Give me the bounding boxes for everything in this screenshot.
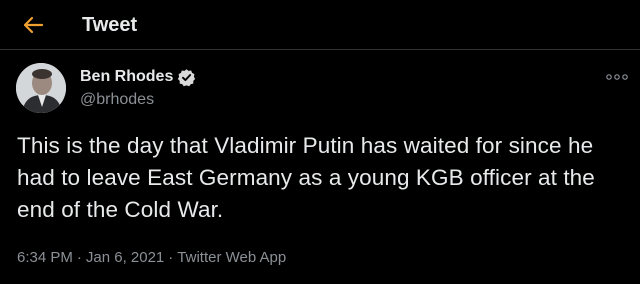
author-name-row: Ben Rhodes	[80, 66, 196, 88]
top-bar: Tweet	[0, 0, 640, 50]
author-block: Ben Rhodes @brhodes	[80, 66, 196, 111]
tweet-time[interactable]: 6:34 PM	[17, 249, 73, 266]
page-title: Tweet	[82, 14, 138, 36]
back-button[interactable]	[20, 13, 46, 37]
author-handle[interactable]: @brhodes	[80, 89, 196, 111]
author-name[interactable]: Ben Rhodes	[80, 66, 173, 88]
avatar[interactable]	[16, 63, 66, 113]
more-options-button[interactable]	[604, 70, 630, 84]
tweet-meta: 6:34 PM · Jan 6, 2021 · Twitter Web App	[17, 248, 286, 268]
tweet-text: This is the day that Vladimir Putin has …	[17, 133, 595, 222]
meta-separator: ·	[76, 249, 82, 266]
profile-photo	[16, 63, 66, 113]
more-options-icon	[606, 74, 628, 80]
tweet-source[interactable]: Twitter Web App	[177, 249, 286, 266]
meta-separator: ·	[168, 249, 174, 266]
tweet-date[interactable]: Jan 6, 2021	[86, 249, 164, 266]
verified-badge-icon	[177, 68, 196, 87]
arrow-left-icon	[23, 16, 44, 34]
